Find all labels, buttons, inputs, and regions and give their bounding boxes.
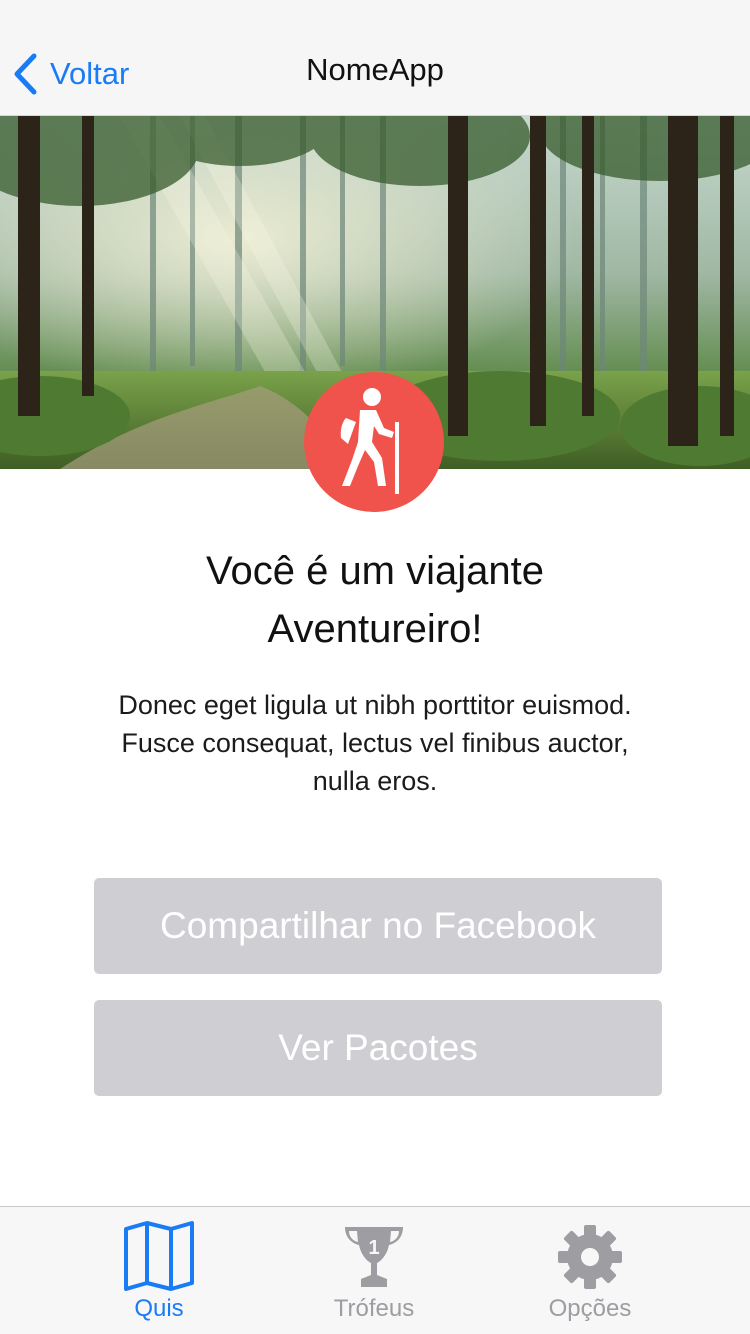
trophy-rank: 1 xyxy=(368,1237,379,1259)
tab-opcoes[interactable]: Opções xyxy=(490,1207,690,1334)
share-facebook-button[interactable]: Compartilhar no Facebook xyxy=(94,878,662,974)
description-line: nulla eros. xyxy=(312,766,438,796)
result-title: Você é um viajante Aventureiro! xyxy=(60,542,690,658)
result-title-line: Você é um viajante xyxy=(206,549,544,593)
description-line: Donec eget ligula ut nibh porttitor euis… xyxy=(118,690,632,720)
description-line: Fusce consequat, lectus vel finibus auct… xyxy=(121,728,629,758)
tab-quis[interactable]: Quis xyxy=(59,1207,259,1334)
hiker-badge xyxy=(304,372,444,512)
view-packages-button[interactable]: Ver Pacotes xyxy=(94,1000,662,1096)
tab-label: Trófeus xyxy=(333,1295,415,1322)
map-icon xyxy=(124,1221,194,1291)
hiker-icon xyxy=(340,388,399,494)
trophy-icon: 1 xyxy=(345,1227,403,1287)
page-title: NomeApp xyxy=(306,52,444,87)
result-description: Donec eget ligula ut nibh porttitor euis… xyxy=(70,686,680,800)
result-title-line: Aventureiro! xyxy=(267,607,483,651)
navigation-bar: Voltar NomeApp xyxy=(0,0,750,116)
tab-bar: Quis 1 Trófeus Opções xyxy=(0,1206,750,1334)
tab-label: Opções xyxy=(548,1295,632,1322)
tab-trofeus[interactable]: 1 Trófeus xyxy=(274,1207,474,1334)
gear-icon xyxy=(558,1225,622,1289)
tab-label: Quis xyxy=(134,1295,184,1322)
